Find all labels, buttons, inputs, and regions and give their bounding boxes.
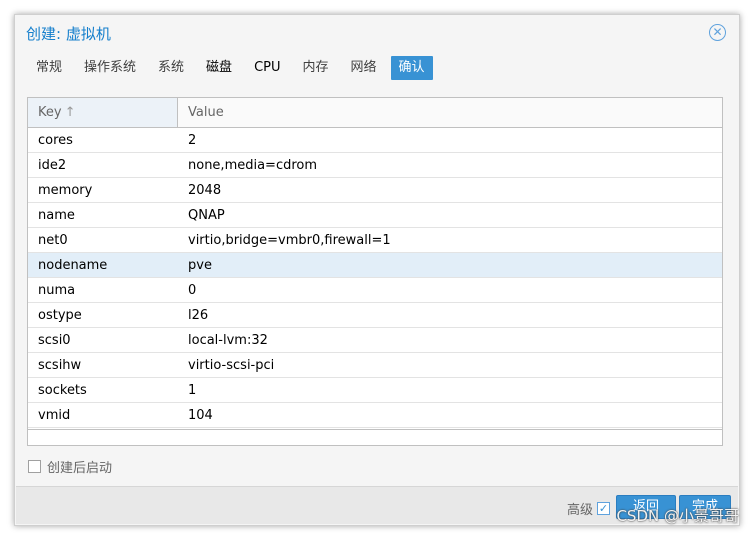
- start-after-create-checkbox[interactable]: [28, 459, 41, 473]
- table-row[interactable]: memory 2048: [28, 178, 722, 203]
- row-value: none,media=cdrom: [188, 158, 318, 173]
- dialog-title: 创建: 虚拟机: [26, 24, 111, 43]
- tab-os[interactable]: 操作系统: [76, 56, 144, 80]
- row-key: ostype: [38, 308, 82, 323]
- row-key: cores: [38, 133, 73, 148]
- start-after-create-option[interactable]: 创建后启动: [28, 458, 113, 476]
- tab-system[interactable]: 系统: [150, 56, 192, 80]
- row-key: net0: [38, 233, 68, 248]
- column-header-key[interactable]: Key ↑: [28, 98, 178, 127]
- row-key: sockets: [38, 383, 87, 398]
- tab-network[interactable]: 网络: [343, 56, 385, 80]
- row-key: numa: [38, 283, 76, 298]
- tab-general[interactable]: 常规: [28, 56, 70, 80]
- create-vm-dialog: 创建: 虚拟机 ✕ 常规 操作系统 系统 磁盘 CPU 内存 网络 确认 Key…: [16, 16, 738, 524]
- grid-header: Key ↑ Value: [28, 98, 722, 128]
- finish-button[interactable]: 完成: [679, 495, 731, 519]
- row-key: memory: [38, 183, 93, 198]
- row-key: name: [38, 208, 75, 223]
- row-value: virtio,bridge=vmbr0,firewall=1: [188, 233, 391, 248]
- row-value: pve: [188, 258, 212, 273]
- table-row[interactable]: net0 virtio,bridge=vmbr0,firewall=1: [28, 228, 722, 253]
- row-key: scsihw: [38, 358, 82, 373]
- table-row[interactable]: cores 2: [28, 128, 722, 153]
- tab-confirm[interactable]: 确认: [390, 56, 433, 80]
- dialog-footer: 高级 ✓ 返回 完成: [16, 486, 738, 524]
- table-row[interactable]: name QNAP: [28, 203, 722, 228]
- row-key: vmid: [38, 408, 71, 423]
- wizard-tabs: 常规 操作系统 系统 磁盘 CPU 内存 网络 确认: [28, 56, 439, 80]
- tab-disks[interactable]: 磁盘: [198, 56, 240, 80]
- tab-cpu[interactable]: CPU: [246, 56, 288, 80]
- grid-bottom-bar: [28, 429, 722, 445]
- table-row[interactable]: ide2 none,media=cdrom: [28, 153, 722, 178]
- advanced-label: 高级: [566, 503, 593, 518]
- row-value: 2: [188, 133, 197, 148]
- table-row[interactable]: ostype l26: [28, 303, 722, 328]
- tab-memory[interactable]: 内存: [295, 56, 337, 80]
- row-value: virtio-scsi-pci: [188, 358, 275, 373]
- table-row[interactable]: scsihw virtio-scsi-pci: [28, 353, 722, 378]
- row-key: nodename: [38, 258, 108, 273]
- row-value: local-lvm:32: [188, 333, 268, 348]
- row-key: ide2: [38, 158, 67, 173]
- sort-ascending-icon: ↑: [64, 104, 76, 120]
- row-key: scsi0: [38, 333, 71, 348]
- table-row[interactable]: sockets 1: [28, 378, 722, 403]
- dialog-titlebar: 创建: 虚拟机 ✕: [16, 16, 738, 50]
- column-header-value[interactable]: Value: [178, 98, 722, 127]
- summary-grid: Key ↑ Value cores 2 ide2 none,media=cdro…: [27, 97, 723, 446]
- table-row[interactable]: scsi0 local-lvm:32: [28, 328, 722, 353]
- row-value: 1: [188, 383, 197, 398]
- column-key-label: Key: [38, 104, 62, 120]
- table-row[interactable]: vmid 104: [28, 403, 722, 428]
- close-icon[interactable]: ✕: [709, 24, 726, 41]
- start-after-create-label: 创建后启动: [47, 460, 113, 476]
- row-value: 104: [188, 408, 213, 423]
- row-value: 0: [188, 283, 197, 298]
- advanced-option[interactable]: 高级 ✓: [567, 499, 610, 518]
- advanced-checkbox[interactable]: ✓: [597, 502, 610, 515]
- row-value: 2048: [188, 183, 222, 198]
- table-row[interactable]: numa 0: [28, 278, 722, 303]
- row-value: l26: [188, 308, 209, 323]
- row-value: QNAP: [188, 208, 225, 223]
- back-button[interactable]: 返回: [616, 495, 676, 519]
- table-row-selected[interactable]: nodename pve: [28, 253, 722, 278]
